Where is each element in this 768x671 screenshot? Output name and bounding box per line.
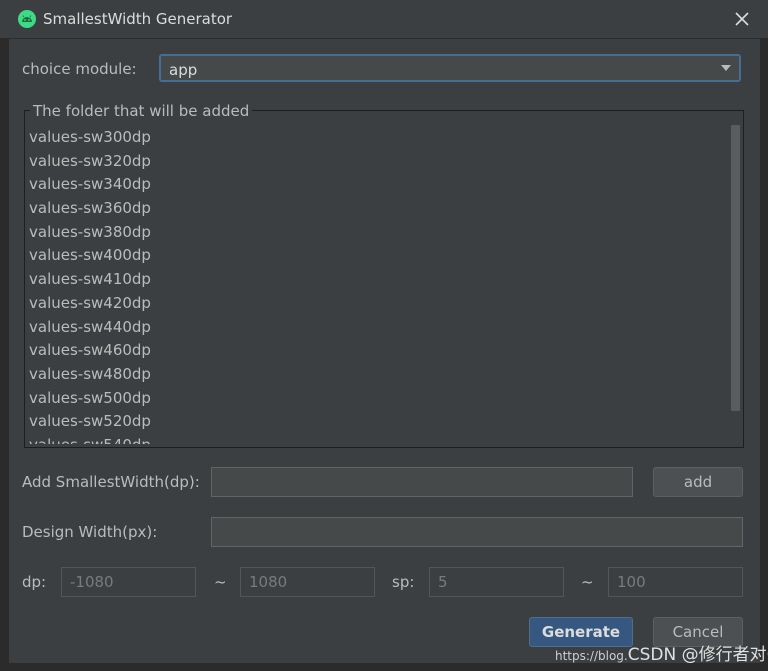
list-item[interactable]: values-sw300dp: [29, 126, 719, 150]
list-item[interactable]: values-sw420dp: [29, 292, 719, 316]
folder-list-scrollbar[interactable]: [731, 125, 740, 411]
sp-min-input[interactable]: [429, 567, 564, 597]
watermark-text: CSDN @修行者对666: [627, 645, 768, 665]
add-sw-input[interactable]: [211, 467, 633, 497]
watermark: https://blog.CSDN @修行者对666: [555, 640, 768, 665]
add-sw-label: Add SmallestWidth(dp):: [22, 473, 200, 491]
list-item[interactable]: values-sw380dp: [29, 221, 719, 245]
android-icon: [18, 10, 36, 28]
dp-range-tilde: ~: [214, 573, 227, 591]
folder-list-group: The folder that will be added values-sw3…: [24, 102, 744, 448]
module-select[interactable]: app: [159, 54, 741, 82]
list-item[interactable]: values-sw320dp: [29, 150, 719, 174]
title-bar: SmallestWidth Generator: [0, 0, 768, 39]
list-item[interactable]: values-sw410dp: [29, 268, 719, 292]
dp-label: dp:: [22, 573, 47, 591]
list-item[interactable]: values-sw340dp: [29, 173, 719, 197]
list-item[interactable]: values-sw520dp: [29, 410, 719, 434]
list-item[interactable]: values-sw540dp: [29, 434, 719, 444]
sp-range-tilde: ~: [581, 573, 594, 591]
close-icon[interactable]: [730, 6, 754, 32]
sp-label: sp:: [392, 573, 415, 591]
list-item[interactable]: values-sw500dp: [29, 387, 719, 411]
list-item[interactable]: values-sw460dp: [29, 339, 719, 363]
add-button[interactable]: add: [653, 467, 743, 497]
list-item[interactable]: values-sw440dp: [29, 316, 719, 340]
design-width-input[interactable]: [211, 517, 743, 547]
chevron-down-icon: [721, 65, 731, 71]
window-title: SmallestWidth Generator: [43, 10, 233, 28]
sp-max-input[interactable]: [608, 567, 743, 597]
list-item[interactable]: values-sw360dp: [29, 197, 719, 221]
watermark-url: https://blog.: [555, 649, 628, 663]
module-label: choice module:: [22, 60, 137, 78]
dp-min-input[interactable]: [61, 567, 196, 597]
folder-list-title: The folder that will be added: [30, 102, 253, 120]
list-item[interactable]: values-sw400dp: [29, 244, 719, 268]
folder-list[interactable]: values-sw300dp values-sw320dp values-sw3…: [29, 126, 719, 444]
module-selected-value: app: [169, 61, 198, 79]
list-item[interactable]: values-sw480dp: [29, 363, 719, 387]
dp-max-input[interactable]: [240, 567, 375, 597]
design-width-label: Design Width(px):: [22, 523, 158, 541]
